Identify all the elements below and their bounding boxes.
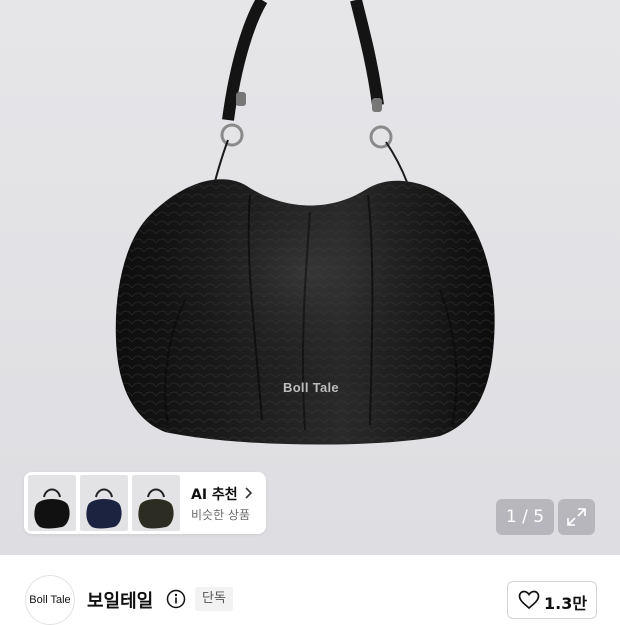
gallery-pager: 1 / 5 [496, 499, 554, 535]
brand-avatar[interactable]: Boll Tale [25, 575, 75, 625]
chevron-right-icon [245, 487, 253, 499]
bag-logo-text: Boll Tale [283, 380, 339, 395]
info-icon[interactable] [166, 589, 186, 609]
exclusive-badge: 단독 [195, 587, 233, 611]
expand-icon [567, 508, 586, 526]
heart-icon [518, 590, 540, 610]
similar-product-thumbnail[interactable] [132, 475, 180, 531]
similar-product-thumbnail[interactable] [28, 475, 76, 531]
like-button[interactable]: 1.3만 [507, 581, 597, 619]
ai-recommendation-subtitle: 비슷한 상품 [191, 508, 251, 522]
brand-avatar-text: Boll Tale [29, 594, 71, 606]
like-count: 1.3만 [544, 594, 588, 613]
similar-product-thumbnail[interactable] [80, 475, 128, 531]
brand-name[interactable]: 보일테일 [87, 587, 153, 613]
ai-recommendation-card[interactable]: AI 추천 비슷한 상품 [24, 472, 266, 534]
ai-recommendation-title: AI 추천 [191, 487, 238, 503]
expand-button[interactable] [558, 499, 595, 535]
